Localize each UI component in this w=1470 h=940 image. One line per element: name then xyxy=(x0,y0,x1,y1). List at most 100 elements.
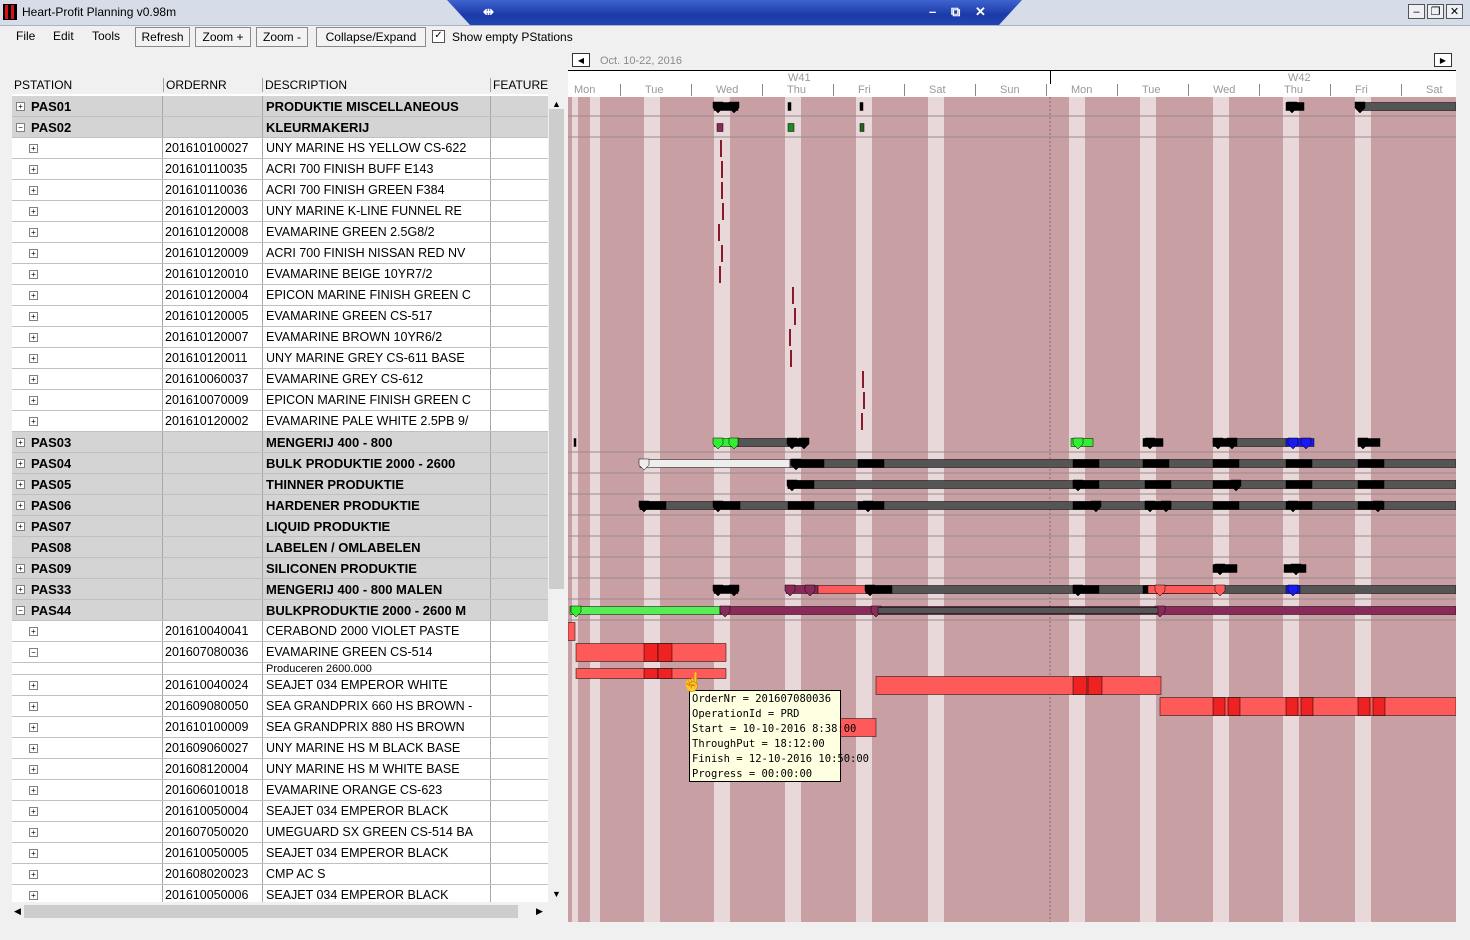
pstation-row[interactable]: PAS08 LABELEN / OMLABELEN xyxy=(12,537,548,558)
scroll-left-icon[interactable]: ◀ xyxy=(14,906,21,917)
remote-restore-icon[interactable]: ⧉ xyxy=(951,4,960,20)
order-row[interactable]: +201608120004 UNY MARINE HS M WHITE BASE xyxy=(12,759,548,780)
gantt-canvas[interactable] xyxy=(568,97,1456,922)
pstation-row[interactable]: − PAS44 BULKPRODUKTIE 2000 - 2600 M xyxy=(12,600,548,621)
pstation-row[interactable]: + PAS05 THINNER PRODUKTIE xyxy=(12,474,548,495)
order-row[interactable]: +201610120002 EVAMARINE PALE WHITE 2.5PB … xyxy=(12,411,548,432)
previous-period-button[interactable]: ◀ xyxy=(572,53,590,67)
expand-icon[interactable]: + xyxy=(29,744,38,753)
expand-icon[interactable]: + xyxy=(29,786,38,795)
expand-icon[interactable]: + xyxy=(29,186,38,195)
column-header-pstation[interactable]: PSTATION xyxy=(12,78,72,92)
order-row[interactable]: +201609080050 SEA GRANDPRIX 660 HS BROWN … xyxy=(12,696,548,717)
scroll-right-icon[interactable]: ▶ xyxy=(536,906,543,917)
expand-icon[interactable]: + xyxy=(29,702,38,711)
pstation-row[interactable]: + PAS06 HARDENER PRODUKTIE xyxy=(12,495,548,516)
expand-icon[interactable]: + xyxy=(16,501,25,510)
order-row[interactable]: +201608020023 CMP AC S xyxy=(12,864,548,885)
expand-icon[interactable]: + xyxy=(29,681,38,690)
remote-minimize-icon[interactable]: – xyxy=(929,4,936,19)
order-row[interactable]: +201610110036 ACRI 700 FINISH GREEN F384 xyxy=(12,180,548,201)
order-row[interactable]: +201610120011 UNY MARINE GREY CS-611 BASE xyxy=(12,348,548,369)
pin-icon[interactable]: ⇹ xyxy=(483,4,494,20)
order-row[interactable]: +201610120009 ACRI 700 FINISH NISSAN RED … xyxy=(12,243,548,264)
collapse-icon[interactable]: − xyxy=(29,648,38,657)
expand-icon[interactable]: + xyxy=(16,585,25,594)
show-empty-checkbox[interactable]: ✓ xyxy=(432,30,445,43)
pstation-row[interactable]: − PAS02 KLEURMAKERIJ xyxy=(12,117,548,138)
expand-icon[interactable]: + xyxy=(29,207,38,216)
expand-icon[interactable]: + xyxy=(29,165,38,174)
order-row[interactable]: +201610040041 CERABOND 2000 VIOLET PASTE xyxy=(12,621,548,642)
order-row[interactable]: +201610100009 SEA GRANDPRIX 880 HS BROWN xyxy=(12,717,548,738)
expand-icon[interactable]: + xyxy=(29,144,38,153)
remote-close-icon[interactable]: ✕ xyxy=(975,4,986,20)
collapse-expand-button[interactable]: Collapse/Expand xyxy=(316,27,426,47)
minimize-button[interactable]: – xyxy=(1408,4,1425,19)
expand-icon[interactable]: + xyxy=(29,249,38,258)
order-row[interactable]: +201610040024 SEAJET 034 EMPEROR WHITE xyxy=(12,675,548,696)
expand-icon[interactable]: + xyxy=(16,480,25,489)
order-row[interactable]: +201610050006 SEAJET 034 EMPEROR BLACK xyxy=(12,885,548,902)
expand-icon[interactable]: + xyxy=(29,723,38,732)
order-row[interactable]: +201610120005 EVAMARINE GREEN CS-517 xyxy=(12,306,548,327)
scroll-up-icon[interactable]: ▲ xyxy=(552,99,561,109)
pstation-row[interactable]: + PAS07 LIQUID PRODUKTIE xyxy=(12,516,548,537)
order-row[interactable]: +201610070009 EPICON MARINE FINISH GREEN … xyxy=(12,390,548,411)
expand-icon[interactable]: + xyxy=(29,849,38,858)
order-row[interactable]: +201610120008 EVAMARINE GREEN 2.5G8/2 xyxy=(12,222,548,243)
order-row[interactable]: +201607050020 UMEGUARD SX GREEN CS-514 BA xyxy=(12,822,548,843)
grid-vertical-scroll-thumb[interactable] xyxy=(549,109,564,589)
order-row[interactable]: +201610060037 EVAMARINE GREY CS-612 xyxy=(12,369,548,390)
expand-icon[interactable]: + xyxy=(29,396,38,405)
expand-icon[interactable]: + xyxy=(16,564,25,573)
pstation-row[interactable]: + PAS01 PRODUKTIE MISCELLANEOUS xyxy=(12,96,548,117)
expand-icon[interactable]: + xyxy=(16,522,25,531)
scroll-down-icon[interactable]: ▼ xyxy=(552,889,561,899)
pstation-row[interactable]: + PAS04 BULK PRODUKTIE 2000 - 2600 xyxy=(12,453,548,474)
refresh-button[interactable]: Refresh xyxy=(135,27,190,47)
expand-icon[interactable]: + xyxy=(29,312,38,321)
expand-icon[interactable]: + xyxy=(29,765,38,774)
pstation-row[interactable]: + PAS09 SILICONEN PRODUKTIE xyxy=(12,558,548,579)
order-row[interactable]: +201610120004 EPICON MARINE FINISH GREEN … xyxy=(12,285,548,306)
collapse-icon[interactable]: − xyxy=(16,606,25,615)
expand-icon[interactable]: + xyxy=(29,228,38,237)
expand-icon[interactable]: + xyxy=(29,333,38,342)
grid-horizontal-scroll-thumb[interactable] xyxy=(24,905,518,918)
collapse-icon[interactable]: − xyxy=(16,123,25,132)
expand-icon[interactable]: + xyxy=(29,870,38,879)
expand-icon[interactable]: + xyxy=(29,807,38,816)
close-button[interactable]: ✕ xyxy=(1446,4,1463,19)
expand-icon[interactable]: + xyxy=(16,102,25,111)
grid-horizontal-scrollbar[interactable]: ◀ ▶ xyxy=(12,903,548,920)
expand-icon[interactable]: + xyxy=(29,354,38,363)
expand-icon[interactable]: + xyxy=(29,828,38,837)
order-row[interactable]: − 201607080036 EVAMARINE GREEN CS-514 xyxy=(12,642,548,663)
zoom-out-button[interactable]: Zoom - xyxy=(256,27,308,47)
grid-vertical-scrollbar[interactable]: ▲ ▼ xyxy=(548,97,565,903)
order-row[interactable]: +201606010018 EVAMARINE ORANGE CS-623 xyxy=(12,780,548,801)
column-header-feature[interactable]: FEATURE xyxy=(490,78,548,92)
expand-icon[interactable]: + xyxy=(29,375,38,384)
pstation-row[interactable]: + PAS33 MENGERIJ 400 - 800 MALEN xyxy=(12,579,548,600)
menu-file[interactable]: File xyxy=(16,29,35,43)
expand-icon[interactable]: + xyxy=(16,438,25,447)
order-row[interactable]: +201610100027 UNY MARINE HS YELLOW CS-622 xyxy=(12,138,548,159)
next-period-button[interactable]: ▶ xyxy=(1434,53,1452,67)
order-row[interactable]: +201610120010 EVAMARINE BEIGE 10YR7/2 xyxy=(12,264,548,285)
zoom-in-button[interactable]: Zoom + xyxy=(195,27,251,47)
menu-edit[interactable]: Edit xyxy=(53,29,74,43)
order-row[interactable]: +201610120007 EVAMARINE BROWN 10YR6/2 xyxy=(12,327,548,348)
expand-icon[interactable]: + xyxy=(29,627,38,636)
order-row[interactable]: +201610110035 ACRI 700 FINISH BUFF E143 xyxy=(12,159,548,180)
menu-tools[interactable]: Tools xyxy=(92,29,120,43)
expand-icon[interactable]: + xyxy=(16,459,25,468)
maximize-button[interactable]: ❐ xyxy=(1427,4,1444,19)
order-row[interactable]: +201610120003 UNY MARINE K-LINE FUNNEL RE xyxy=(12,201,548,222)
order-row[interactable]: +201610050004 SEAJET 034 EMPEROR BLACK xyxy=(12,801,548,822)
expand-icon[interactable]: + xyxy=(29,291,38,300)
expand-icon[interactable]: + xyxy=(29,417,38,426)
expand-icon[interactable]: + xyxy=(29,270,38,279)
pstation-row[interactable]: + PAS03 MENGERIJ 400 - 800 xyxy=(12,432,548,453)
